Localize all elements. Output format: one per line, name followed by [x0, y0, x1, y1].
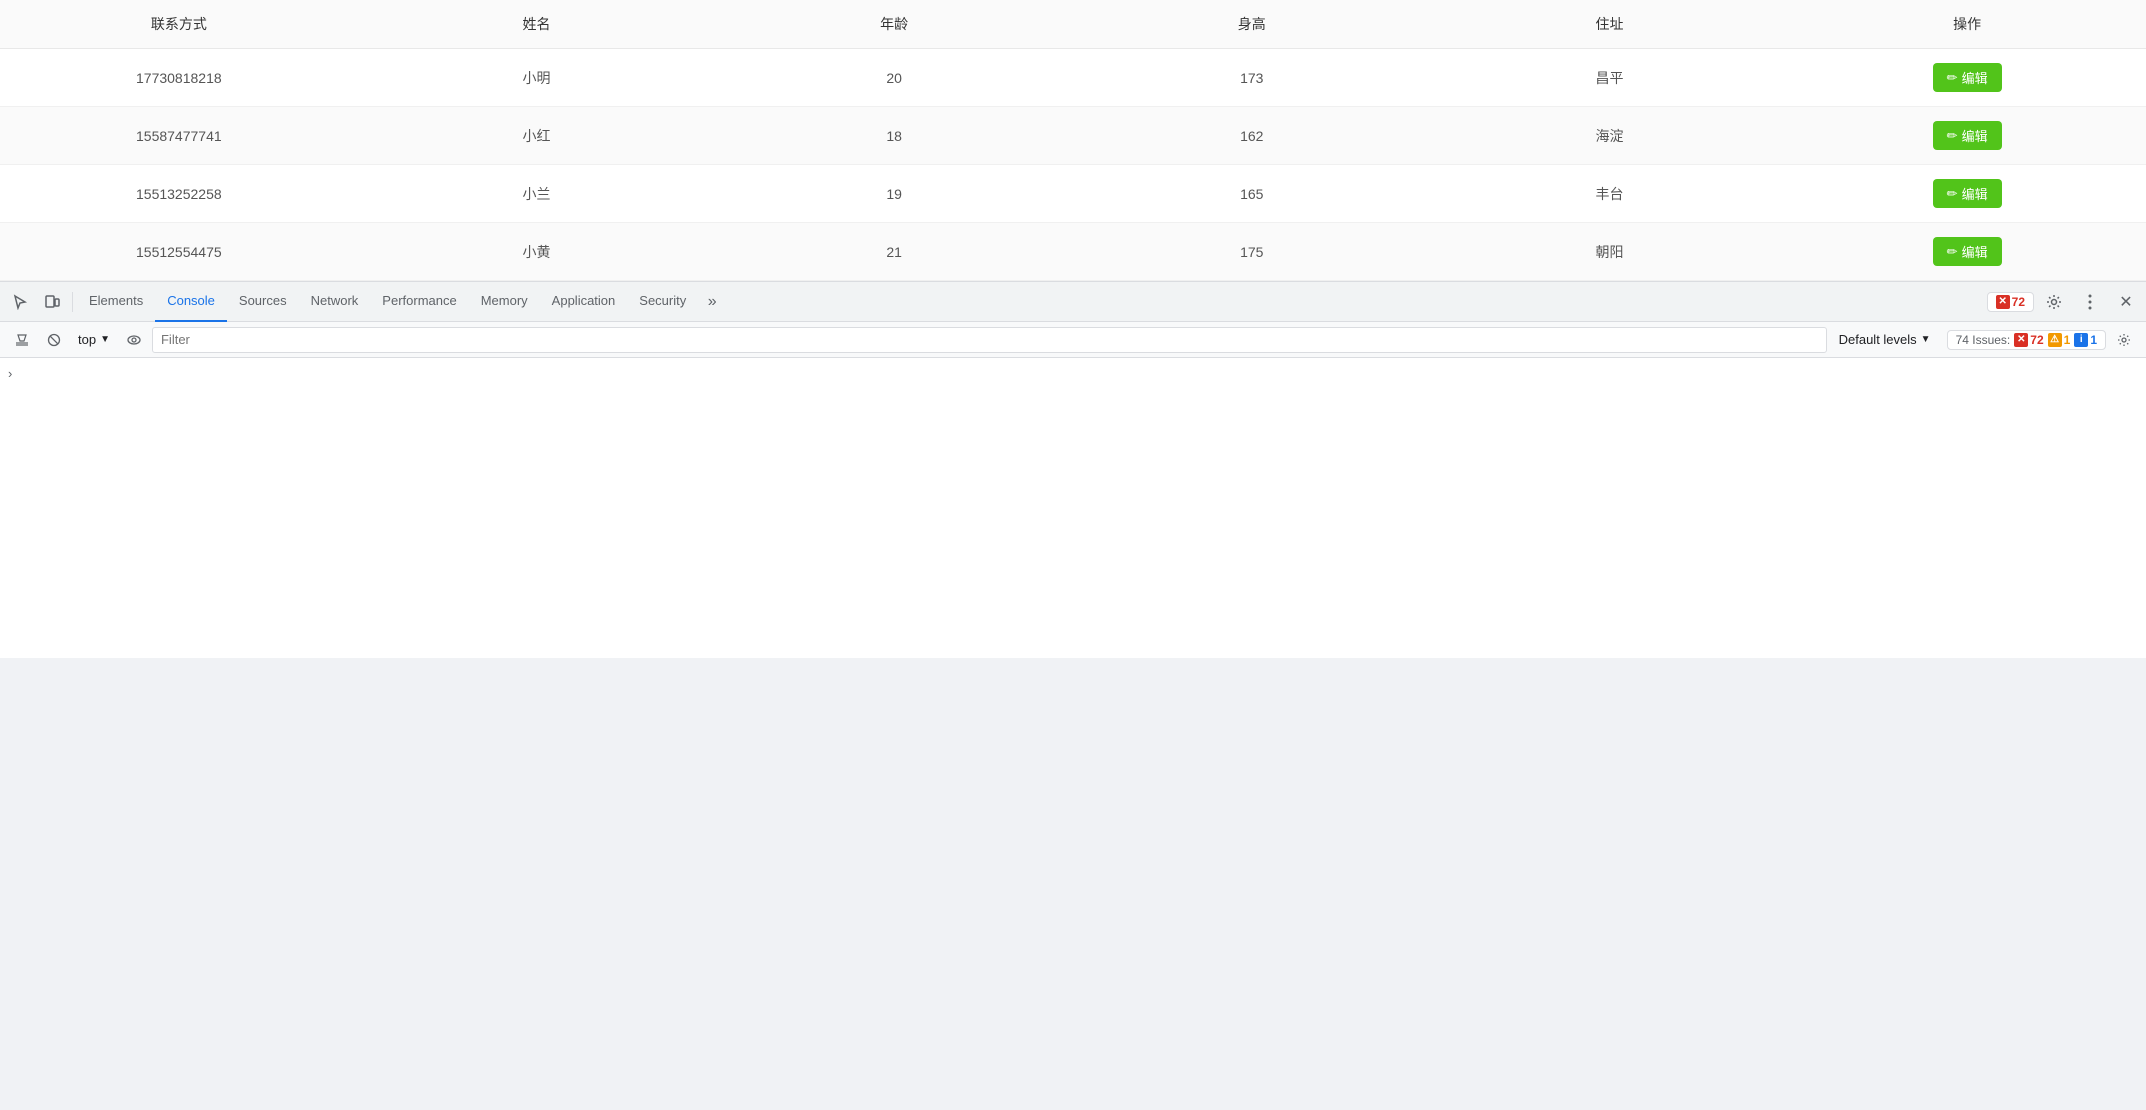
warning-icon: ⚠ [2048, 333, 2062, 347]
console-gear-icon [2117, 333, 2131, 347]
col-action: 操作 [1788, 0, 2146, 49]
cell-address: 朝阳 [1431, 223, 1789, 281]
error-x-small-icon: ✕ [2014, 333, 2028, 347]
tab-security[interactable]: Security [627, 282, 698, 322]
table-row: 15587477741 小红 18 162 海淀 ✏ 编辑 [0, 107, 2146, 165]
tab-memory[interactable]: Memory [469, 282, 540, 322]
tab-console[interactable]: Console [155, 282, 227, 322]
col-height: 身高 [1073, 0, 1431, 49]
console-settings-btn[interactable] [2110, 326, 2138, 354]
cell-action: ✏ 编辑 [1788, 49, 2146, 107]
table-row: 17730818218 小明 20 173 昌平 ✏ 编辑 [0, 49, 2146, 107]
dropdown-arrow-icon: ▼ [100, 334, 110, 345]
issues-error-count: ✕ 72 [2014, 333, 2043, 347]
device-icon [44, 294, 60, 310]
cell-age: 18 [715, 107, 1073, 165]
cell-name: 小明 [358, 49, 716, 107]
clear-icon [15, 333, 29, 347]
cell-name: 小黄 [358, 223, 716, 281]
context-label: top [78, 332, 96, 347]
table-header: 联系方式 姓名 年龄 身高 住址 操作 [0, 0, 2146, 49]
cell-address: 海淀 [1431, 107, 1789, 165]
edit-button-0[interactable]: ✏ 编辑 [1933, 63, 2002, 92]
gear-icon [2046, 294, 2062, 310]
cell-contact: 17730818218 [0, 49, 358, 107]
context-selector[interactable]: top ▼ [72, 330, 116, 349]
more-options-btn[interactable] [2074, 286, 2106, 318]
info-icon: i [2074, 333, 2088, 347]
console-toolbar: top ▼ Default levels ▼ 74 Issues: ✕ 72 ⚠ [0, 322, 2146, 358]
cell-contact: 15513252258 [0, 165, 358, 223]
cell-name: 小兰 [358, 165, 716, 223]
cell-age: 20 [715, 49, 1073, 107]
block-icon [47, 333, 61, 347]
console-chevron-icon[interactable]: › [8, 366, 12, 381]
ellipsis-vertical-icon [2088, 294, 2092, 310]
cell-height: 165 [1073, 165, 1431, 223]
console-prompt: › [8, 362, 2138, 385]
devtools-panel: Elements Console Sources Network Perform… [0, 281, 2146, 658]
device-toolbar-btn[interactable] [36, 286, 68, 318]
issues-text: 74 Issues: [1956, 333, 2011, 347]
console-output: › [0, 358, 2146, 658]
tab-application[interactable]: Application [540, 282, 628, 322]
close-icon: ✕ [2119, 292, 2132, 312]
live-expressions-btn[interactable] [120, 326, 148, 354]
tab-divider [72, 292, 73, 312]
error-x-icon: ✕ [1996, 295, 2010, 309]
edit-button-1[interactable]: ✏ 编辑 [1933, 121, 2002, 150]
error-badge: ✕ 72 [1996, 295, 2025, 309]
col-age: 年龄 [715, 0, 1073, 49]
cell-address: 丰台 [1431, 165, 1789, 223]
levels-dropdown-icon: ▼ [1921, 334, 1931, 345]
table-body: 17730818218 小明 20 173 昌平 ✏ 编辑 1558747774… [0, 49, 2146, 281]
close-devtools-btn[interactable]: ✕ [2110, 286, 2142, 318]
chevron-right-double-icon: » [708, 293, 717, 311]
issues-info-count: i 1 [2074, 333, 2097, 347]
default-levels-btn[interactable]: Default levels ▼ [1831, 330, 1939, 349]
filter-input[interactable] [152, 327, 1827, 353]
table-row: 15513252258 小兰 19 165 丰台 ✏ 编辑 [0, 165, 2146, 223]
devtools-right-controls: ✕ 72 ✕ [1987, 286, 2142, 318]
devtools-settings-btn[interactable] [2038, 286, 2070, 318]
tab-sources[interactable]: Sources [227, 282, 299, 322]
issues-summary-badge[interactable]: 74 Issues: ✕ 72 ⚠ 1 i 1 [1947, 330, 2106, 350]
table-row: 15512554475 小黄 21 175 朝阳 ✏ 编辑 [0, 223, 2146, 281]
cell-height: 175 [1073, 223, 1431, 281]
col-address: 住址 [1431, 0, 1789, 49]
cell-action: ✏ 编辑 [1788, 165, 2146, 223]
issues-badge[interactable]: ✕ 72 [1987, 292, 2034, 312]
cell-age: 19 [715, 165, 1073, 223]
cell-contact: 15512554475 [0, 223, 358, 281]
edit-button-2[interactable]: ✏ 编辑 [1933, 179, 2002, 208]
cell-age: 21 [715, 223, 1073, 281]
edit-icon: ✏ [1947, 70, 1958, 86]
cell-name: 小红 [358, 107, 716, 165]
clear-console-btn[interactable] [8, 326, 36, 354]
block-icon-btn[interactable] [40, 326, 68, 354]
issues-warning-count: ⚠ 1 [2048, 333, 2071, 347]
cursor-icon [12, 294, 28, 310]
edit-icon: ✏ [1947, 186, 1958, 202]
data-table: 联系方式 姓名 年龄 身高 住址 操作 17730818218 小明 20 17… [0, 0, 2146, 281]
cell-height: 173 [1073, 49, 1431, 107]
cell-action: ✏ 编辑 [1788, 107, 2146, 165]
devtools-tabbar: Elements Console Sources Network Perform… [0, 282, 2146, 322]
cell-height: 162 [1073, 107, 1431, 165]
col-name: 姓名 [358, 0, 716, 49]
cell-action: ✏ 编辑 [1788, 223, 2146, 281]
col-contact: 联系方式 [0, 0, 358, 49]
tab-elements[interactable]: Elements [77, 282, 155, 322]
cursor-icon-btn[interactable] [4, 286, 36, 318]
cell-contact: 15587477741 [0, 107, 358, 165]
tab-performance[interactable]: Performance [370, 282, 468, 322]
edit-button-3[interactable]: ✏ 编辑 [1933, 237, 2002, 266]
edit-icon: ✏ [1947, 128, 1958, 144]
tab-network[interactable]: Network [299, 282, 371, 322]
cell-address: 昌平 [1431, 49, 1789, 107]
edit-icon: ✏ [1947, 244, 1958, 260]
data-table-container: 联系方式 姓名 年龄 身高 住址 操作 17730818218 小明 20 17… [0, 0, 2146, 281]
more-tabs-btn[interactable]: » [698, 288, 726, 316]
eye-icon [126, 332, 142, 348]
